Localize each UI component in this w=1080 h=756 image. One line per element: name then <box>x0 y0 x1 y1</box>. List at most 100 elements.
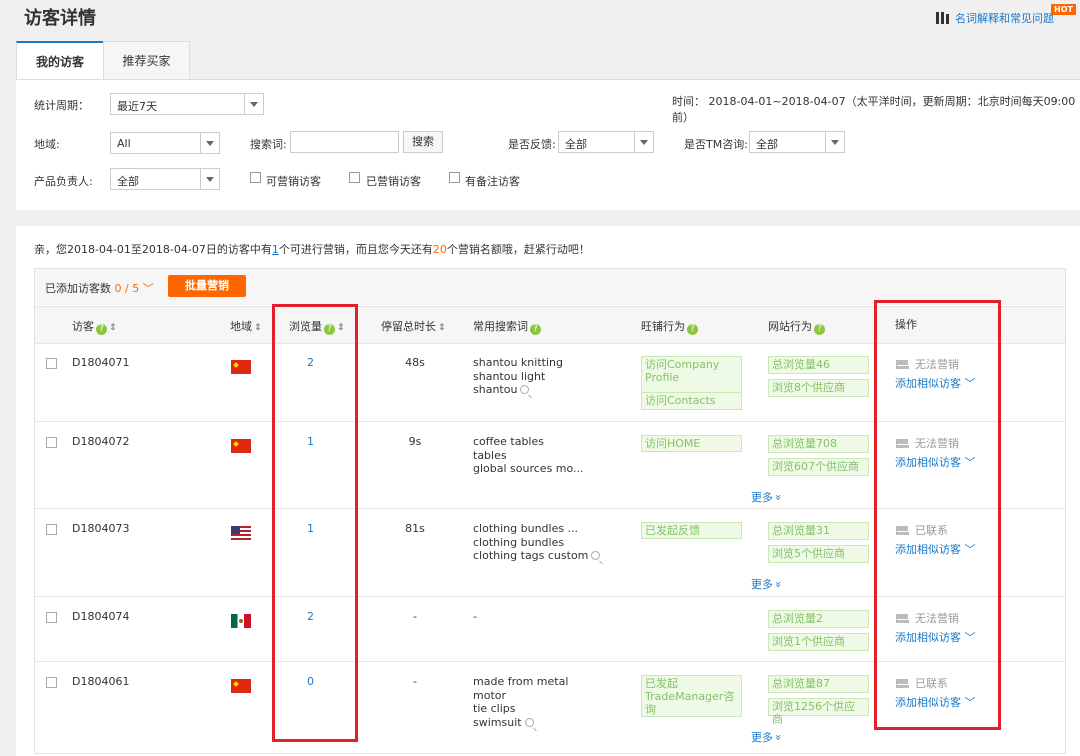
visitor-id[interactable]: D1804071 <box>72 356 129 369</box>
col-duration[interactable]: 停留总时长 ⇕ <box>381 318 446 334</box>
help-icon[interactable]: ? <box>687 324 698 335</box>
row-checkbox[interactable] <box>46 437 57 448</box>
chevron-down-icon <box>200 133 219 153</box>
row-checkbox[interactable] <box>46 612 57 623</box>
keyword-text: swimsuit <box>473 715 522 729</box>
keyword-text: shantou light <box>473 369 546 383</box>
duration: 48s <box>405 356 425 369</box>
added-visitors[interactable]: 已添加访客数 0 / 5 ﹀ <box>45 280 154 296</box>
keyword: made from metal <box>473 675 568 689</box>
added-count: 0 / 5 <box>114 282 140 295</box>
region-select[interactable]: All <box>110 132 220 154</box>
site-total-views-tag: 总浏览量2 <box>768 610 869 628</box>
col-keywords: 常用搜索词? <box>473 318 541 335</box>
more-link[interactable]: 更多» <box>751 576 785 592</box>
marketable-checkbox[interactable] <box>250 172 261 183</box>
feedback-value: 全部 <box>565 138 587 151</box>
row-checkbox[interactable] <box>46 358 57 369</box>
double-chevron-down-icon: » <box>771 581 785 588</box>
site-total-views-tag: 总浏览量31 <box>768 522 869 540</box>
books-icon <box>936 12 949 24</box>
search-keywords: coffee tables tables global sources mo... <box>473 435 584 476</box>
tab-my-visitors[interactable]: 我的访客 <box>16 41 104 80</box>
wangpu-tag: 访问HOME <box>641 435 742 452</box>
noted-checkbox[interactable] <box>449 172 460 183</box>
feedback-label: 是否反馈: <box>508 138 556 151</box>
keyword: global sources mo... <box>473 462 584 476</box>
chevron-down-icon <box>244 94 263 114</box>
notice-text-1: 亲，您2018-04-01至2018-04-07日的访客中有 <box>34 243 272 256</box>
help-icon[interactable]: ? <box>530 324 541 335</box>
visitor-id[interactable]: D1804074 <box>72 610 129 623</box>
row-checkbox[interactable] <box>46 677 57 688</box>
search-keywords: shantou knitting shantou light shantou <box>473 356 563 397</box>
magnifier-icon[interactable] <box>591 551 601 560</box>
visitor-id[interactable]: D1804073 <box>72 522 129 535</box>
keyword-text: tie clips <box>473 702 516 715</box>
keyword: clothing bundles <box>473 536 600 550</box>
site-suppliers-tag: 浏览1个供应商 <box>768 633 869 651</box>
search-button[interactable]: 搜索 <box>403 131 443 153</box>
keyword-text: clothing bundles ... <box>473 522 579 535</box>
feedback-select[interactable]: 全部 <box>558 131 654 153</box>
row-checkbox[interactable] <box>46 524 57 535</box>
more-link[interactable]: 更多» <box>751 489 785 505</box>
search-input[interactable] <box>290 131 399 153</box>
marketed-checkbox[interactable] <box>349 172 360 183</box>
col-visitor-label: 访客 <box>72 320 94 333</box>
keyword: motor <box>473 689 568 703</box>
bulk-marketing-button[interactable]: 批量营销 <box>168 275 246 297</box>
magnifier-icon[interactable] <box>524 717 534 727</box>
visitor-id[interactable]: D1804061 <box>72 675 129 688</box>
search-label: 搜索词: <box>250 138 287 151</box>
region-value: All <box>117 137 131 150</box>
col-visitor[interactable]: 访客? ⇕ <box>72 318 117 335</box>
more-label: 更多 <box>751 491 773 504</box>
duration: 81s <box>405 522 425 535</box>
marketed-label: 已营销访客 <box>366 175 421 188</box>
chevron-down-icon: ﹀ <box>142 282 154 295</box>
region-label: 地域: <box>34 138 60 151</box>
flag-mx-icon <box>231 614 251 628</box>
duration: - <box>413 675 417 688</box>
wangpu-tag: 已发起反馈 <box>641 522 742 539</box>
sort-icon[interactable]: ⇕ <box>254 323 262 333</box>
tm-value: 全部 <box>756 138 778 151</box>
help-link[interactable]: 名词解释和常见问题 <box>936 10 1054 26</box>
period-select[interactable]: 最近7天 <box>110 93 264 115</box>
keyword-text: clothing bundles <box>473 535 565 549</box>
more-link[interactable]: 更多» <box>751 729 785 745</box>
owner-select[interactable]: 全部 <box>110 168 220 190</box>
visitor-id[interactable]: D1804072 <box>72 435 129 448</box>
sort-icon[interactable]: ⇕ <box>109 323 117 333</box>
site-suppliers-tag: 浏览5个供应商 <box>768 545 869 563</box>
double-chevron-down-icon: » <box>771 494 785 501</box>
col-keywords-label: 常用搜索词 <box>473 320 528 333</box>
tm-select[interactable]: 全部 <box>749 131 845 153</box>
tab-recommended-buyers[interactable]: 推荐买家 <box>103 41 190 79</box>
keyword: clothing bundles ... <box>473 522 600 536</box>
col-site-label: 网站行为 <box>768 320 812 333</box>
marketable-label: 可营销访客 <box>266 175 321 188</box>
wangpu-tag: 已发起TradeManager咨询 <box>641 675 742 717</box>
highlight-action-column <box>874 300 1001 730</box>
site-suppliers-tag: 浏览8个供应商 <box>768 379 869 397</box>
help-link-label: 名词解释和常见问题 <box>955 12 1054 25</box>
keyword-text: motor <box>473 688 507 702</box>
wangpu-tag: 访问Contacts <box>641 392 742 410</box>
notice-text-2: 个可进行营销，而且您今天还有 <box>278 243 433 256</box>
sort-icon[interactable]: ⇕ <box>438 323 446 333</box>
site-suppliers-tag: 浏览607个供应商 <box>768 458 869 476</box>
help-icon[interactable]: ? <box>814 324 825 335</box>
help-icon[interactable]: ? <box>96 324 107 335</box>
added-label: 已添加访客数 <box>45 282 111 295</box>
owner-value: 全部 <box>117 175 139 188</box>
keyword: shantou <box>473 383 563 397</box>
keyword: tie clips <box>473 702 568 716</box>
col-duration-label: 停留总时长 <box>381 320 436 333</box>
search-keywords: made from metal motor tie clips swimsuit <box>473 675 568 729</box>
magnifier-icon[interactable] <box>520 385 530 394</box>
keyword-text: - <box>473 610 477 623</box>
col-region[interactable]: 地域 ⇕ <box>230 318 262 334</box>
notice-count-link[interactable]: 1 <box>272 243 279 256</box>
